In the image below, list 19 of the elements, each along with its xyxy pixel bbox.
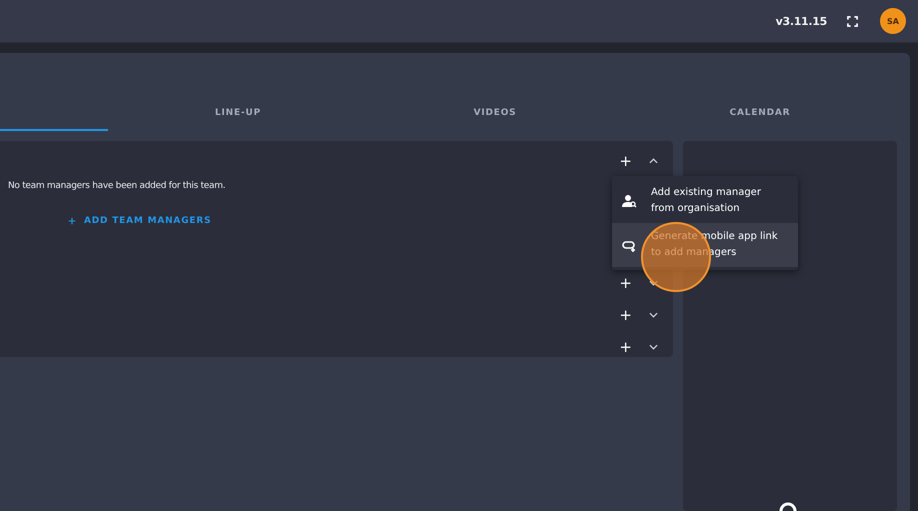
chevron-up-icon[interactable] — [649, 158, 658, 164]
ring-icon — [778, 501, 798, 511]
add-button[interactable]: + — [619, 308, 632, 322]
add-button[interactable]: + — [619, 340, 632, 354]
plus-icon — [68, 217, 76, 225]
user-avatar[interactable]: SA — [880, 8, 906, 34]
empty-message: No team managers have been added for this team. — [7, 181, 226, 191]
chevron-down-icon[interactable] — [649, 312, 658, 318]
add-button[interactable]: + — [619, 154, 632, 168]
version-label: v3.11.15 — [776, 14, 827, 28]
menu-item[interactable]: Add existing manager from organisation — [612, 179, 798, 223]
add-team-managers-link[interactable]: ADD TEAM MANAGERS — [68, 216, 212, 226]
chevron-down-icon[interactable] — [649, 344, 658, 350]
person-search-icon — [622, 194, 637, 208]
add-button[interactable]: + — [619, 276, 632, 290]
tab[interactable]: LINE-UP — [108, 97, 368, 131]
fullscreen-icon[interactable] — [847, 16, 858, 26]
tab[interactable]: CALENDAR — [622, 97, 898, 131]
tab[interactable]: VIDEOS — [368, 97, 622, 131]
